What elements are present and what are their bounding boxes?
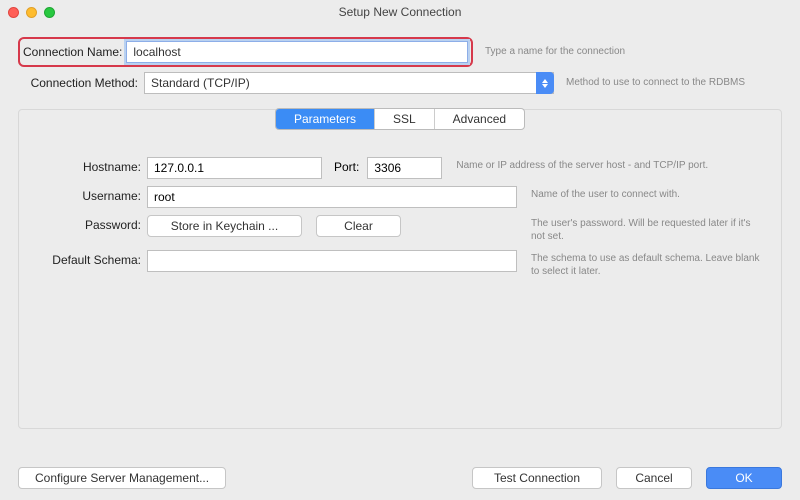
hostname-hint: Name or IP address of the server host - … xyxy=(448,157,763,172)
connection-method-wrap: Standard (TCP/IP) xyxy=(144,72,554,94)
tabs: Parameters SSL Advanced xyxy=(19,108,781,130)
window-title: Setup New Connection xyxy=(0,5,800,19)
title-bar: Setup New Connection xyxy=(0,0,800,24)
hostname-label: Hostname: xyxy=(31,157,141,174)
tab-ssl[interactable]: SSL xyxy=(375,109,435,129)
connection-name-highlight: Connection Name: xyxy=(18,37,473,67)
clear-password-button[interactable]: Clear xyxy=(316,215,401,237)
configure-server-button[interactable]: Configure Server Management... xyxy=(18,467,226,489)
default-schema-input[interactable] xyxy=(147,250,517,272)
connection-method-hint: Method to use to connect to the RDBMS xyxy=(560,77,782,89)
cancel-button[interactable]: Cancel xyxy=(616,467,692,489)
port-input[interactable] xyxy=(367,157,442,179)
tab-parameters[interactable]: Parameters xyxy=(276,109,375,129)
test-connection-button[interactable]: Test Connection xyxy=(472,467,602,489)
store-keychain-button[interactable]: Store in Keychain ... xyxy=(147,215,302,237)
password-label: Password: xyxy=(31,215,141,232)
username-label: Username: xyxy=(31,186,141,203)
hostname-input[interactable] xyxy=(147,157,322,179)
password-hint: The user's password. Will be requested l… xyxy=(523,215,763,243)
connection-method-select[interactable]: Standard (TCP/IP) xyxy=(144,72,554,94)
default-schema-label: Default Schema: xyxy=(31,250,141,267)
connection-name-hint: Type a name for the connection xyxy=(479,46,782,58)
footer: Configure Server Management... Test Conn… xyxy=(18,467,782,489)
connection-name-label: Connection Name: xyxy=(23,45,126,59)
port-label: Port: xyxy=(328,157,361,174)
username-input[interactable] xyxy=(147,186,517,208)
tab-advanced[interactable]: Advanced xyxy=(435,109,524,129)
connection-method-label: Connection Method: xyxy=(18,76,138,90)
default-schema-hint: The schema to use as default schema. Lea… xyxy=(523,250,763,278)
top-form: Connection Name: Type a name for the con… xyxy=(0,24,800,105)
connection-name-input[interactable] xyxy=(126,41,468,63)
username-hint: Name of the user to connect with. xyxy=(523,186,763,201)
parameters-panel: Parameters SSL Advanced Hostname: Port: … xyxy=(18,109,782,429)
ok-button[interactable]: OK xyxy=(706,467,782,489)
